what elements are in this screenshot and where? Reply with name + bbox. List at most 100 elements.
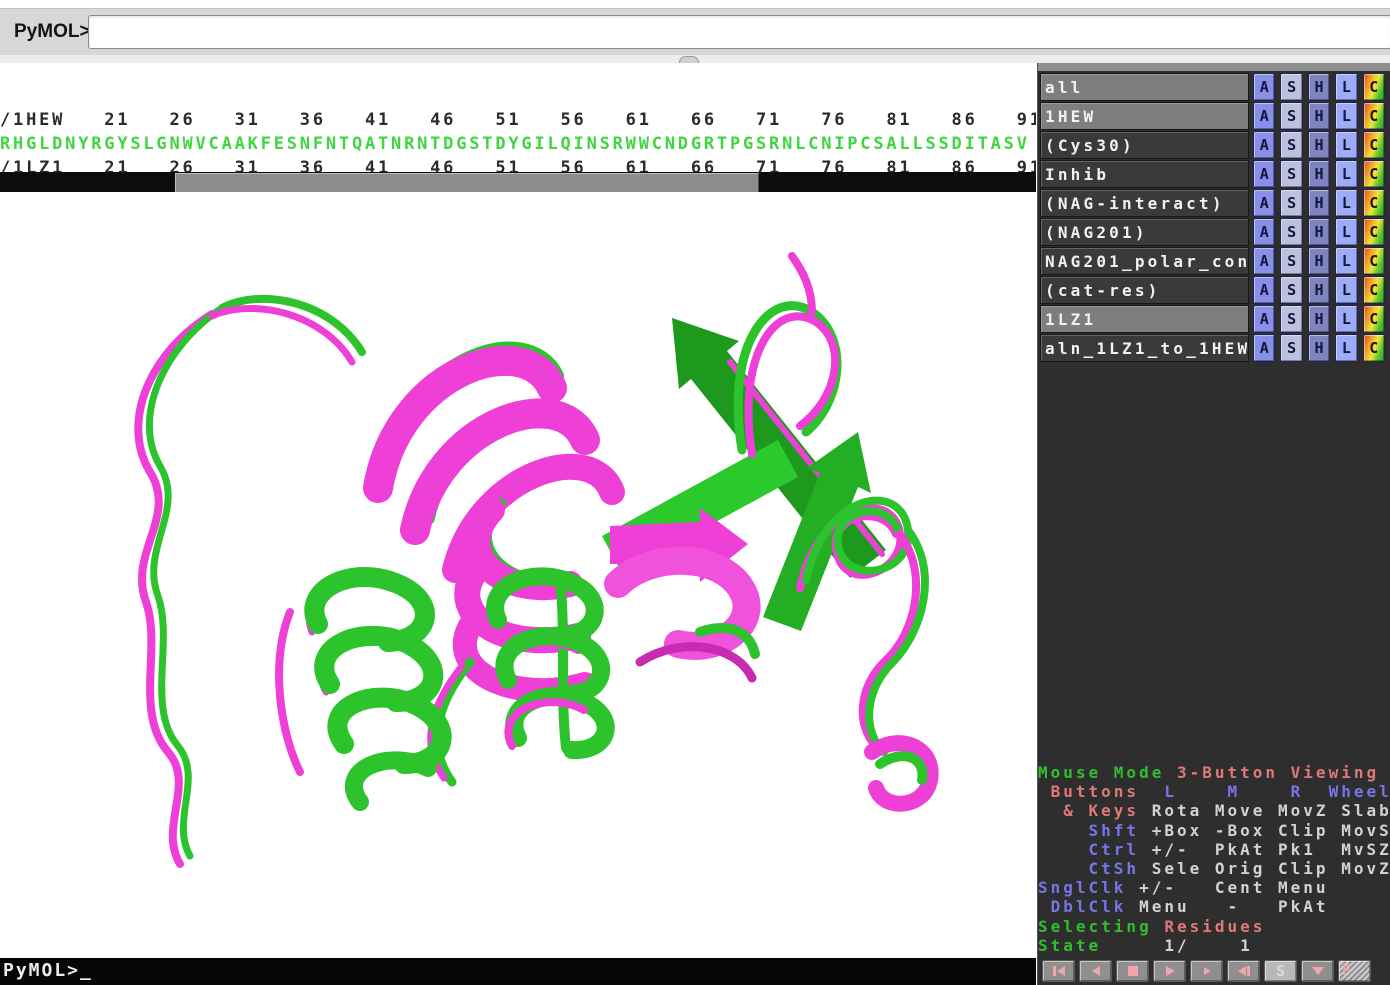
object-name-aln_1LZ1_to_1HEW[interactable]: aln_1LZ1_to_1HEW — [1040, 334, 1249, 362]
command-bar: PyMOL> — [0, 8, 1390, 56]
object-aln_1LZ1_to_1HEW-menu-C[interactable]: C — [1363, 334, 1385, 362]
object-name-Inhib[interactable]: Inhib — [1040, 160, 1249, 188]
object-row: aln_1LZ1_to_1HEWASHLC — [1040, 334, 1390, 362]
object-1LZ1-menu-S[interactable]: S — [1280, 305, 1302, 333]
object-(NAG-interact)-menu-C[interactable]: C — [1363, 189, 1385, 217]
stop-button[interactable] — [1116, 960, 1149, 982]
object-name-1LZ1[interactable]: 1LZ1 — [1040, 305, 1249, 333]
object-Inhib-menu-A[interactable]: A — [1253, 160, 1275, 188]
object-(Cys30)-menu-A[interactable]: A — [1253, 131, 1275, 159]
object-1HEW-menu-S[interactable]: S — [1280, 102, 1302, 130]
object-(NAG-interact)-menu-A[interactable]: A — [1253, 189, 1275, 217]
object-(NAG201)-menu-H[interactable]: H — [1308, 218, 1330, 246]
object-NAG201_polar_con-menu-H[interactable]: H — [1308, 247, 1330, 275]
object-name-(NAG-interact)[interactable]: (NAG-interact) — [1040, 189, 1249, 217]
object-all-menu-H[interactable]: H — [1308, 73, 1330, 101]
viewport-3d[interactable] — [0, 192, 1036, 958]
object-aln_1LZ1_to_1HEW-menu-L[interactable]: L — [1335, 334, 1357, 362]
help-line: SnglClk +/- Cent Menu — [1038, 878, 1390, 897]
object-rows: allASHLC1HEWASHLC(Cys30)ASHLCInhibASHLC(… — [1038, 71, 1390, 362]
object-1HEW-menu-C[interactable]: C — [1363, 102, 1385, 130]
object-NAG201_polar_con-menu-S[interactable]: S — [1280, 247, 1302, 275]
sequence-scrollbar[interactable] — [0, 172, 1036, 192]
step-back-button[interactable] — [1079, 960, 1112, 982]
object-(Cys30)-menu-H[interactable]: H — [1308, 131, 1330, 159]
object-NAG201_polar_con-menu-A[interactable]: A — [1253, 247, 1275, 275]
mouse-mode-help: Mouse Mode 3-Button Viewing Buttons L M … — [1038, 763, 1390, 955]
object-1LZ1-menu-A[interactable]: A — [1253, 305, 1275, 333]
object-(NAG-interact)-menu-S[interactable]: S — [1280, 189, 1302, 217]
object-1HEW-menu-A[interactable]: A — [1253, 102, 1275, 130]
pymol-window: { "command_bar": { "prompt_label": "PyMO… — [0, 0, 1390, 985]
object-name-all[interactable]: all — [1040, 73, 1249, 101]
command-input[interactable] — [88, 15, 1390, 49]
object-name-(cat-res)[interactable]: (cat-res) — [1040, 276, 1249, 304]
sequence-letters[interactable]: RHGLDNYRGYSLGNWVCAAKFESNFNTQATNRNTDGSTDY… — [0, 132, 1036, 156]
help-line: DblClk Menu - PkAt — [1038, 897, 1390, 916]
object-aln_1LZ1_to_1HEW-menu-A[interactable]: A — [1253, 334, 1275, 362]
sequence-rows: /1HEW 21 26 31 36 41 46 51 56 61 66 71 7… — [0, 108, 1036, 179]
skip-end-button[interactable] — [1227, 960, 1260, 982]
object-name-NAG201_polar_con[interactable]: NAG201_polar_con — [1040, 247, 1249, 275]
object-row: NAG201_polar_conASHLC — [1040, 247, 1390, 275]
object-NAG201_polar_con-menu-L[interactable]: L — [1335, 247, 1357, 275]
object-Inhib-menu-H[interactable]: H — [1308, 160, 1330, 188]
help-line: State 1/ 1 — [1038, 936, 1390, 955]
object-(Cys30)-menu-L[interactable]: L — [1335, 131, 1357, 159]
movie-controls: S F — [1037, 958, 1390, 985]
object-name-1HEW[interactable]: 1HEW — [1040, 102, 1249, 130]
sequence-viewer: /1HEW 21 26 31 36 41 46 51 56 61 66 71 7… — [0, 63, 1036, 179]
object-name-(NAG201)[interactable]: (NAG201) — [1040, 218, 1249, 246]
splitter-grip[interactable] — [679, 56, 699, 63]
object-Inhib-menu-S[interactable]: S — [1280, 160, 1302, 188]
feedback-bar[interactable]: PyMOL>_ — [0, 958, 1036, 985]
object-(cat-res)-menu-C[interactable]: C — [1363, 276, 1385, 304]
play-button[interactable] — [1153, 960, 1186, 982]
protein-structure[interactable] — [0, 192, 1036, 958]
object-(cat-res)-menu-A[interactable]: A — [1253, 276, 1275, 304]
help-line: & Keys Rota Move MovZ Slab — [1038, 801, 1390, 820]
object-all-menu-A[interactable]: A — [1253, 73, 1275, 101]
object-(cat-res)-menu-H[interactable]: H — [1308, 276, 1330, 304]
object-(cat-res)-menu-S[interactable]: S — [1280, 276, 1302, 304]
object-(cat-res)-menu-L[interactable]: L — [1335, 276, 1357, 304]
object-row: (cat-res)ASHLC — [1040, 276, 1390, 304]
object-row: allASHLC — [1040, 73, 1390, 101]
object-1LZ1-menu-L[interactable]: L — [1335, 305, 1357, 333]
sequence-scrollbar-thumb[interactable] — [175, 173, 759, 193]
help-line: Buttons L M R Wheel — [1038, 782, 1390, 801]
object-Inhib-menu-L[interactable]: L — [1335, 160, 1357, 188]
object-1HEW-menu-H[interactable]: H — [1308, 102, 1330, 130]
object-1LZ1-menu-H[interactable]: H — [1308, 305, 1330, 333]
object-(NAG201)-menu-L[interactable]: L — [1335, 218, 1357, 246]
object-NAG201_polar_con-menu-C[interactable]: C — [1363, 247, 1385, 275]
rewind-start-button[interactable] — [1042, 960, 1075, 982]
object-1LZ1-menu-C[interactable]: C — [1363, 305, 1385, 333]
object-all-menu-L[interactable]: L — [1335, 73, 1357, 101]
object-(NAG-interact)-menu-H[interactable]: H — [1308, 189, 1330, 217]
object-row: (NAG-interact)ASHLC — [1040, 189, 1390, 217]
object-row: (Cys30)ASHLC — [1040, 131, 1390, 159]
scene-toggle-button[interactable]: S — [1264, 960, 1297, 982]
object-aln_1LZ1_to_1HEW-menu-S[interactable]: S — [1280, 334, 1302, 362]
object-(Cys30)-menu-C[interactable]: C — [1363, 131, 1385, 159]
object-name-(Cys30)[interactable]: (Cys30) — [1040, 131, 1249, 159]
object-row: 1LZ1ASHLC — [1040, 305, 1390, 333]
object-Inhib-menu-C[interactable]: C — [1363, 160, 1385, 188]
object-all-menu-S[interactable]: S — [1280, 73, 1302, 101]
object-(NAG201)-menu-C[interactable]: C — [1363, 218, 1385, 246]
pymol-prompt-label: PyMOL> — [14, 21, 91, 43]
object-(NAG-interact)-menu-L[interactable]: L — [1335, 189, 1357, 217]
help-line: CtSh Sele Orig Clip MovZ — [1038, 859, 1390, 878]
object-1HEW-menu-L[interactable]: L — [1335, 102, 1357, 130]
object-aln_1LZ1_to_1HEW-menu-H[interactable]: H — [1308, 334, 1330, 362]
object-(NAG201)-menu-S[interactable]: S — [1280, 218, 1302, 246]
step-forward-button[interactable] — [1190, 960, 1223, 982]
fullscreen-grip-button[interactable]: F — [1338, 960, 1371, 982]
help-line: Shft +Box -Box Clip MovS — [1038, 821, 1390, 840]
menu-dropdown-button[interactable] — [1301, 960, 1334, 982]
object-row: InhibASHLC — [1040, 160, 1390, 188]
object-(Cys30)-menu-S[interactable]: S — [1280, 131, 1302, 159]
object-(NAG201)-menu-A[interactable]: A — [1253, 218, 1275, 246]
object-all-menu-C[interactable]: C — [1363, 73, 1385, 101]
